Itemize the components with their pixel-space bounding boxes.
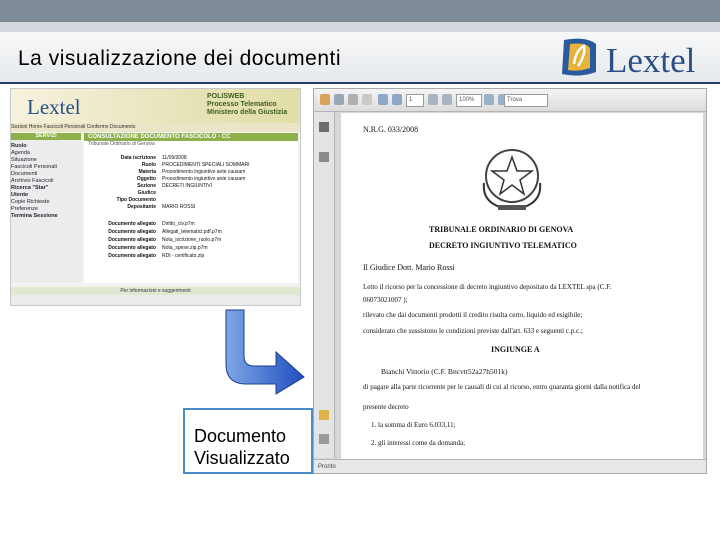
web-logo: Lextel xyxy=(27,95,81,119)
polisweb-title: POLISWEB Processo Telematico Ministero d… xyxy=(207,93,288,116)
attachment-value[interactable]: Allegati_telematici.pdf.p7m xyxy=(162,229,222,235)
polisweb-screenshot: Lextel POLISWEB Processo Telematico Mini… xyxy=(10,88,301,306)
sidebar-item-archivio[interactable]: Archivio Fascicoli xyxy=(11,178,81,185)
pages-panel-icon[interactable] xyxy=(319,122,329,132)
doc-line-3: rilevato che dai documenti prodotti il c… xyxy=(363,311,583,319)
sidebar-item-utente[interactable]: Utente xyxy=(11,192,81,199)
open-icon[interactable] xyxy=(320,94,330,105)
pdf-status-bar: Pronto xyxy=(314,459,706,473)
doc-line-1: Letto il ricorso per la concessione di d… xyxy=(363,283,612,291)
zoom-out-icon[interactable] xyxy=(428,94,438,105)
detail-label: Sezione xyxy=(137,183,156,189)
doc-decree-title: DECRETO INGIUNTIVO TELEMATICO xyxy=(429,241,577,250)
pdf-toolbar: 1 100% Trova xyxy=(314,89,706,112)
attachment-value[interactable]: Diritto_civ.p7m xyxy=(162,221,195,227)
pdf-page: N.R.G. 033/2008 TRIBUNALE ORDINARIO DI G… xyxy=(341,113,703,459)
top-band xyxy=(0,0,720,22)
detail-label: Ruolo xyxy=(141,162,156,168)
next-page-icon[interactable] xyxy=(392,94,402,105)
doc-line-5: di pagare alla parte ricorrente per le c… xyxy=(363,383,641,391)
attachment-label: Documento allegato xyxy=(108,229,156,235)
attachments-panel-icon[interactable] xyxy=(319,410,329,420)
attachment-label: Documento allegato xyxy=(108,237,156,243)
zoom-in-icon[interactable] xyxy=(442,94,452,105)
web-footer[interactable]: Per informazioni e suggerimenti xyxy=(11,287,300,295)
doc-item-1: 1. la somma di Euro 6.033,11; xyxy=(371,421,456,429)
detail-value: DECRETI INGIUNTIVI xyxy=(162,183,213,189)
detail-value: Procedimento ingiuntivo ante causam xyxy=(162,176,246,182)
doc-line-6: presente decreto xyxy=(363,403,409,411)
sidebar-item-preferenze[interactable]: Preferenze xyxy=(11,206,81,213)
attachment-value[interactable]: RDI - certificato.zip xyxy=(162,253,204,259)
web-header: Lextel POLISWEB Processo Telematico Mini… xyxy=(11,89,300,123)
web-main: CONSULTAZIONE DOCUMENTO FASCICOLO - CC T… xyxy=(84,133,298,283)
status-text: Pronto xyxy=(318,464,336,470)
web-menu[interactable]: Sezioni Home Fascicoli Personali Conferm… xyxy=(11,123,300,132)
attachment-label: Documento allegato xyxy=(108,245,156,251)
attachment-label: Documento allegato xyxy=(108,253,156,259)
sidebar-item-situazione[interactable]: Situazione xyxy=(11,157,81,164)
sidebar-item-fascicoli[interactable]: Fascicoli Personali xyxy=(11,164,81,171)
detail-label: Depositante xyxy=(127,204,156,210)
detail-value: MARIO ROSSI xyxy=(162,204,196,210)
web-sidebar: SERVIZI Ruolo Agenda Situazione Fascicol… xyxy=(11,133,81,283)
detail-value: Procedimento ingiuntivo ante causam xyxy=(162,169,246,175)
doc-nrg: N.R.G. 033/2008 xyxy=(363,125,419,134)
pdf-sidebar xyxy=(314,112,335,458)
doc-enjoin: INGIUNGE A xyxy=(491,345,540,354)
sidebar-item-termina[interactable]: Termina Sessione xyxy=(11,213,81,220)
prev-page-icon[interactable] xyxy=(378,94,388,105)
detail-label: Tipo Documento xyxy=(116,197,156,203)
attachment-value[interactable]: Nota_spese.zip.p7m xyxy=(162,245,208,251)
find-field[interactable]: Trova xyxy=(504,94,548,107)
zoom-field[interactable]: 100% xyxy=(456,94,482,107)
save-icon[interactable] xyxy=(334,94,344,105)
sidebar-item-documenti[interactable]: Documenti xyxy=(11,171,81,178)
web-bottom-bar xyxy=(11,295,300,305)
top-band-stripe xyxy=(0,22,720,32)
detail-label: Oggetto xyxy=(136,176,156,182)
caption-line-2: Visualizzato xyxy=(194,448,290,468)
main-header: CONSULTAZIONE DOCUMENTO FASCICOLO - CC xyxy=(84,133,298,141)
detail-value: 11/09/2008 xyxy=(162,155,187,161)
attachment-label: Documento allegato xyxy=(108,221,156,227)
print-icon[interactable] xyxy=(348,94,358,105)
detail-label: Giudice xyxy=(137,190,156,196)
sidebar-header: SERVIZI xyxy=(11,133,81,140)
detail-label: Data iscrizione xyxy=(120,155,156,161)
detail-value: PROCEDIMENTI SPECIALI SOMMARI xyxy=(162,162,250,168)
attachment-value[interactable]: Nota_iscrizione_ruolo.p7m xyxy=(162,237,221,243)
sidebar-item-copie[interactable]: Copie Richieste xyxy=(11,199,81,206)
fit-page-icon[interactable] xyxy=(484,94,494,105)
doc-court: TRIBUNALE ORDINARIO DI GENOVA xyxy=(429,225,574,234)
doc-judge: Il Giudice Dott. Mario Rossi xyxy=(363,263,455,272)
italian-emblem-icon xyxy=(482,149,542,210)
doc-item-2: 2. gli interessi come da domanda; xyxy=(371,439,466,447)
brand-name: Lextel xyxy=(606,41,696,80)
pdf-viewer: 1 100% Trova N.R.G. 033/2008 TRIBUNALE O… xyxy=(313,88,707,474)
sidebar-item-ruolo[interactable]: Ruolo xyxy=(11,143,81,150)
doc-line-4: considerato che sussistono le condizioni… xyxy=(363,327,583,335)
email-icon[interactable] xyxy=(362,94,372,105)
slide-title: La visualizzazione dei documenti xyxy=(18,47,342,70)
caption-box: Documento Visualizzato xyxy=(183,408,313,474)
page-number-field[interactable]: 1 xyxy=(406,94,424,107)
bookmarks-panel-icon[interactable] xyxy=(319,152,329,162)
main-subheader: Tribunale Ordinario di Genova xyxy=(88,141,155,147)
doc-debtor: Bianchi Vittorio (C.F. Bncvtt52a27h501k) xyxy=(381,367,508,376)
caption-line-1: Documento xyxy=(194,426,287,446)
curved-arrow-icon xyxy=(225,309,305,395)
sidebar-item-ricerca[interactable]: Ricerca "Star" xyxy=(11,185,81,192)
doc-line-2: 06073021007 ); xyxy=(363,296,408,304)
signature-panel-icon[interactable] xyxy=(319,434,329,444)
sidebar-item-agenda[interactable]: Agenda xyxy=(11,150,81,157)
detail-label: Materia xyxy=(138,169,156,175)
